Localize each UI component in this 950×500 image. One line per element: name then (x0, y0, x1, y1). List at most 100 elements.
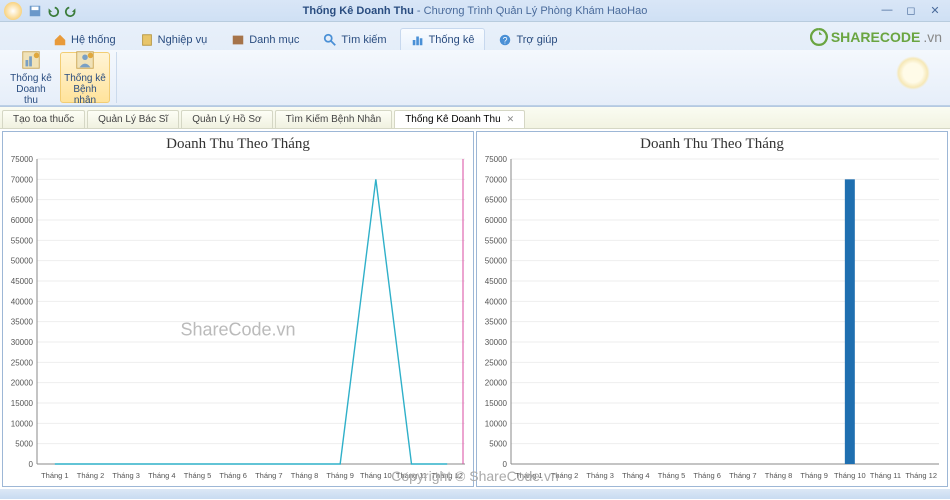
ribbon-body: Thống kê Doanh thu Thống kê Bệnh nhân (0, 50, 950, 106)
ribbon-tab-tro-giup[interactable]: ? Trợ giúp (487, 28, 568, 51)
app-orb[interactable] (4, 2, 22, 20)
list-icon (231, 33, 245, 47)
svg-text:65000: 65000 (485, 196, 508, 205)
svg-text:20000: 20000 (485, 379, 508, 388)
redo-icon[interactable] (64, 4, 78, 18)
svg-text:75000: 75000 (11, 155, 34, 164)
chart-panel-bar: Doanh Thu Theo Tháng 0500010000150002000… (476, 131, 948, 487)
doc-tab-label: Quản Lý Hồ Sơ (192, 114, 261, 125)
maximize-button[interactable]: ◻ (900, 2, 922, 18)
btn-thong-ke-doanh-thu[interactable]: Thống kê Doanh thu (6, 52, 56, 103)
chart-panel-line: Doanh Thu Theo Tháng 0500010000150002000… (2, 131, 474, 487)
doc-tab-tao-toa-thuoc[interactable]: Tạo toa thuốc (2, 110, 85, 128)
svg-text:Tháng 10: Tháng 10 (834, 471, 866, 480)
svg-text:0: 0 (503, 460, 508, 469)
ribbon-tab-thong-ke[interactable]: Thống kê (400, 28, 486, 51)
bigbtn-label: Thống kê Doanh thu (9, 73, 53, 106)
svg-text:Tháng 7: Tháng 7 (729, 471, 757, 480)
ribbon-tab-nghiep-vu[interactable]: Nghiệp vụ (129, 28, 219, 51)
svg-text:Tháng 9: Tháng 9 (800, 471, 828, 480)
svg-text:30000: 30000 (485, 338, 508, 347)
svg-text:35000: 35000 (11, 318, 34, 327)
svg-text:Tháng 3: Tháng 3 (586, 471, 614, 480)
doc-tab-quan-ly-ho-so[interactable]: Quản Lý Hồ Sơ (181, 110, 272, 128)
svg-text:Tháng 4: Tháng 4 (622, 471, 650, 480)
title-prefix: Thống Kê Doanh Thu (303, 5, 414, 17)
window-title: Thống Kê Doanh Thu - Chương Trình Quản L… (0, 5, 950, 17)
svg-text:Tháng 11: Tháng 11 (870, 471, 901, 480)
bar-chart: 0500010000150002000025000300003500040000… (477, 155, 947, 486)
statusbar (0, 489, 950, 499)
svg-text:Tháng 6: Tháng 6 (219, 471, 247, 480)
svg-text:Tháng 12: Tháng 12 (431, 471, 463, 480)
svg-text:Tháng 9: Tháng 9 (326, 471, 354, 480)
svg-text:Tháng 11: Tháng 11 (396, 471, 427, 480)
minimize-button[interactable]: — (876, 2, 898, 18)
svg-text:Tháng 8: Tháng 8 (765, 471, 793, 480)
revenue-report-icon (20, 49, 42, 71)
svg-text:Tháng 5: Tháng 5 (658, 471, 686, 480)
content-area: Doanh Thu Theo Tháng 0 5000 10000 15000 2000… (0, 129, 950, 489)
svg-text:Tháng 10: Tháng 10 (360, 471, 392, 480)
svg-text:Tháng 1: Tháng 1 (515, 471, 543, 480)
ribbon-group-thong-ke: Thống kê Doanh thu Thống kê Bệnh nhân (6, 52, 117, 103)
logo-icon (810, 28, 828, 46)
svg-text:40000: 40000 (485, 297, 508, 306)
chart-title: Doanh Thu Theo Tháng (3, 132, 473, 155)
svg-text:Tháng 3: Tháng 3 (112, 471, 140, 480)
svg-text:?: ? (503, 36, 508, 46)
svg-text:70000: 70000 (485, 175, 508, 184)
help-icon: ? (498, 33, 512, 47)
moon-decor (896, 56, 930, 90)
svg-text:10000: 10000 (11, 419, 34, 428)
svg-text:Tháng 2: Tháng 2 (551, 471, 579, 480)
chart-icon (411, 33, 425, 47)
doc-tab-label: Thống Kê Doanh Thu (405, 114, 500, 125)
svg-text:45000: 45000 (11, 277, 34, 286)
svg-text:65000: 65000 (11, 196, 34, 205)
ribbon-tabs: Hệ thống Nghiệp vụ Danh mục Tìm kiếm Thố… (0, 22, 950, 50)
svg-text:60000: 60000 (11, 216, 34, 225)
home-icon (53, 33, 67, 47)
svg-text:40000: 40000 (11, 297, 34, 306)
doc-tab-quan-ly-bac-si[interactable]: Quản Lý Bác Sĩ (87, 110, 179, 128)
svg-text:45000: 45000 (485, 277, 508, 286)
ribbon-tab-tim-kiem[interactable]: Tìm kiếm (312, 28, 397, 51)
svg-text:Tháng 5: Tháng 5 (184, 471, 212, 480)
search-icon (323, 33, 337, 47)
svg-text:0: 0 (29, 460, 34, 469)
svg-text:25000: 25000 (11, 358, 34, 367)
clipboard-icon (140, 33, 154, 47)
svg-text:15000: 15000 (11, 399, 34, 408)
svg-text:50000: 50000 (11, 257, 34, 266)
svg-text:60000: 60000 (485, 216, 508, 225)
svg-text:25000: 25000 (485, 358, 508, 367)
patient-report-icon (74, 49, 96, 71)
svg-text:75000: 75000 (485, 155, 508, 164)
svg-text:Tháng 2: Tháng 2 (77, 471, 105, 480)
ribbon-tab-danh-muc[interactable]: Danh mục (220, 28, 310, 51)
title-suffix: Chương Trình Quản Lý Phòng Khám HaoHao (424, 5, 648, 17)
btn-thong-ke-benh-nhan[interactable]: Thống kê Bệnh nhân (60, 52, 110, 103)
doc-tab-thong-ke-doanh-thu[interactable]: Thống Kê Doanh Thu ✕ (394, 110, 525, 128)
chart-title: Doanh Thu Theo Tháng (477, 132, 947, 155)
doc-tab-label: Tạo toa thuốc (13, 114, 74, 125)
svg-text:15000: 15000 (485, 399, 508, 408)
titlebar: Thống Kê Doanh Thu - Chương Trình Quản L… (0, 0, 950, 22)
svg-text:Tháng 6: Tháng 6 (693, 471, 721, 480)
window-controls: — ◻ ✕ (876, 2, 946, 18)
doc-tab-label: Quản Lý Bác Sĩ (98, 114, 168, 125)
doc-tab-tim-kiem-benh-nhan[interactable]: Tìm Kiếm Bệnh Nhân (275, 110, 393, 128)
svg-text:5000: 5000 (15, 440, 33, 449)
save-icon[interactable] (28, 4, 42, 18)
logo-tld: .vn (923, 29, 942, 45)
undo-icon[interactable] (46, 4, 60, 18)
ribbon-tab-he-thong[interactable]: Hệ thống (42, 28, 127, 51)
close-icon[interactable]: ✕ (507, 114, 515, 125)
svg-text:35000: 35000 (485, 318, 508, 327)
svg-text:Tháng 8: Tháng 8 (291, 471, 319, 480)
close-button[interactable]: ✕ (924, 2, 946, 18)
svg-text:Tháng 12: Tháng 12 (905, 471, 937, 480)
ribbon-tab-label: Nghiệp vụ (158, 34, 208, 46)
svg-text:10000: 10000 (485, 419, 508, 428)
